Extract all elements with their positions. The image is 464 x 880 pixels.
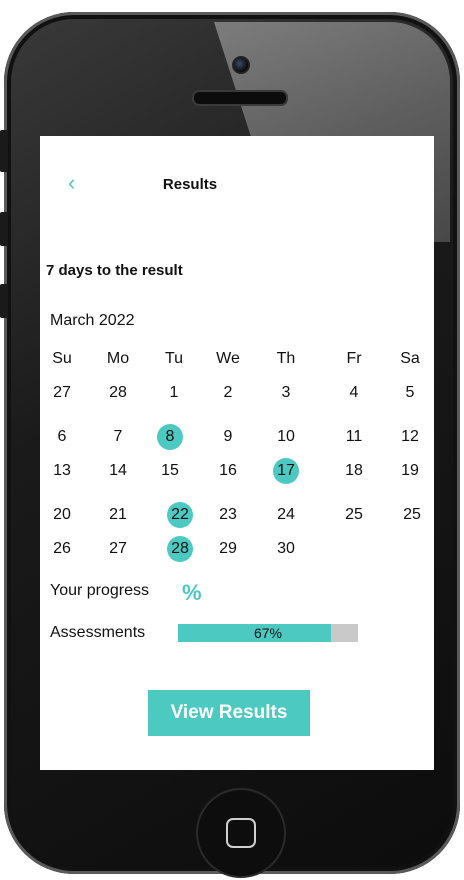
days-to-result-heading: 7 days to the result bbox=[46, 262, 183, 279]
calendar-day[interactable]: 14 bbox=[103, 458, 133, 484]
calendar-day[interactable]: 28 bbox=[167, 536, 193, 562]
calendar-day[interactable]: 6 bbox=[47, 424, 77, 450]
side-button-mute bbox=[0, 130, 8, 172]
calendar-day[interactable]: 22 bbox=[167, 502, 193, 528]
calendar-day[interactable]: 19 bbox=[395, 458, 425, 484]
calendar-day[interactable]: 9 bbox=[213, 424, 243, 450]
calendar-day[interactable]: 10 bbox=[271, 424, 301, 450]
progress-label: Your progress bbox=[50, 582, 150, 599]
calendar-day[interactable]: 3 bbox=[271, 380, 301, 406]
calendar-day[interactable]: 17 bbox=[273, 458, 299, 484]
calendar-day[interactable]: 18 bbox=[339, 458, 369, 484]
calendar-day[interactable]: 11 bbox=[339, 424, 369, 450]
calendar-day[interactable]: 23 bbox=[213, 502, 243, 528]
calendar-day[interactable]: 26 bbox=[47, 536, 77, 562]
assessments-label: Assessments bbox=[50, 624, 146, 641]
calendar-day[interactable]: 24 bbox=[271, 502, 301, 528]
calendar-day[interactable]: 7 bbox=[103, 424, 133, 450]
speaker-grille bbox=[192, 90, 288, 106]
weekday-th: Th bbox=[276, 350, 296, 367]
calendar-day[interactable]: 27 bbox=[47, 380, 77, 406]
calendar-day[interactable]: 2 bbox=[213, 380, 243, 406]
calendar-day[interactable]: 8 bbox=[157, 424, 183, 450]
calendar-day[interactable]: 1 bbox=[159, 380, 189, 406]
calendar-day[interactable]: 15 bbox=[155, 458, 185, 484]
assessments-progress-bar: 67% bbox=[178, 624, 358, 642]
weekday-sa: Sa bbox=[400, 350, 420, 367]
weekday-we: We bbox=[216, 350, 240, 367]
calendar-day[interactable]: 27 bbox=[103, 536, 133, 562]
side-button-volume-up bbox=[0, 212, 8, 246]
calendar-day[interactable]: 30 bbox=[271, 536, 301, 562]
calendar-day[interactable]: 29 bbox=[213, 536, 243, 562]
app-screen: ‹ Results 7 days to the result March 202… bbox=[40, 136, 434, 770]
weekday-su: Su bbox=[52, 350, 72, 367]
side-button-volume-down bbox=[0, 284, 8, 318]
calendar-day[interactable]: 25 bbox=[339, 502, 369, 528]
camera-icon bbox=[232, 56, 250, 74]
calendar-day[interactable]: 16 bbox=[213, 458, 243, 484]
home-square-icon bbox=[226, 818, 256, 848]
calendar-month: March 2022 bbox=[50, 312, 135, 329]
calendar-day[interactable]: 25 bbox=[397, 502, 427, 528]
assessments-percent: 67% bbox=[253, 625, 283, 641]
calendar-day[interactable]: 5 bbox=[395, 380, 425, 406]
home-button[interactable] bbox=[196, 788, 286, 878]
percent-icon: % bbox=[182, 580, 202, 605]
calendar-day[interactable]: 20 bbox=[47, 502, 77, 528]
weekday-mo: Mo bbox=[106, 350, 130, 367]
calendar-day[interactable]: 4 bbox=[339, 380, 369, 406]
calendar-day[interactable]: 13 bbox=[47, 458, 77, 484]
page-title: Results bbox=[162, 176, 218, 193]
weekday-fr: Fr bbox=[346, 350, 362, 367]
view-results-button[interactable]: View Results bbox=[148, 690, 310, 736]
calendar-day[interactable]: 28 bbox=[103, 380, 133, 406]
weekday-tu: Tu bbox=[164, 350, 184, 367]
calendar-day[interactable]: 21 bbox=[103, 502, 133, 528]
calendar-day[interactable]: 12 bbox=[395, 424, 425, 450]
